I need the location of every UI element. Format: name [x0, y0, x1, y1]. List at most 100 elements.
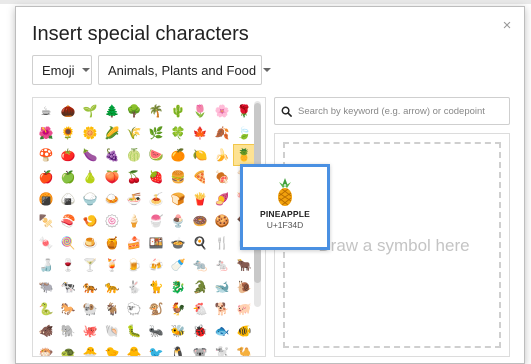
emoji-cell[interactable]: 🍢 [35, 210, 57, 232]
emoji-cell[interactable]: 🐟 [211, 320, 233, 342]
emoji-cell[interactable]: 🍮 [79, 232, 101, 254]
emoji-cell[interactable]: 🐞 [189, 320, 211, 342]
emoji-cell[interactable]: 🐖 [233, 298, 255, 320]
emoji-cell[interactable]: 🐠 [233, 320, 255, 342]
emoji-cell[interactable]: 🍘 [35, 188, 57, 210]
emoji-cell[interactable]: 🐇 [123, 276, 145, 298]
emoji-cell[interactable]: 🐑 [123, 298, 145, 320]
emoji-cell[interactable]: 🐘 [57, 320, 79, 342]
emoji-cell[interactable]: 🍧 [145, 210, 167, 232]
emoji-cell[interactable]: 🌰 [57, 100, 79, 122]
subcategory-dropdown[interactable]: Animals, Plants and Food [98, 55, 272, 85]
emoji-cell[interactable]: 🐧 [167, 342, 189, 356]
emoji-cell[interactable]: 🐄 [57, 276, 79, 298]
emoji-cell[interactable]: 🍙 [57, 188, 79, 210]
emoji-cell[interactable]: 🐤 [101, 342, 123, 356]
emoji-cell[interactable]: 🍀 [167, 122, 189, 144]
emoji-cell[interactable]: 🍲 [167, 232, 189, 254]
emoji-cell[interactable]: 🍼 [167, 254, 189, 276]
emoji-cell[interactable]: 🍞 [167, 188, 189, 210]
emoji-cell[interactable]: 🍚 [79, 188, 101, 210]
emoji-cell[interactable]: 🐡 [35, 342, 57, 356]
emoji-cell[interactable]: 🍥 [101, 210, 123, 232]
emoji-cell[interactable]: 🍕 [189, 166, 211, 188]
emoji-cell[interactable]: 🐔 [189, 298, 211, 320]
emoji-cell[interactable]: 🍤 [79, 210, 101, 232]
emoji-cell[interactable]: 🐕 [211, 298, 233, 320]
emoji-cell[interactable]: 🐦 [145, 342, 167, 356]
emoji-cell[interactable]: 🍐 [79, 166, 101, 188]
emoji-cell[interactable]: 🌿 [145, 122, 167, 144]
emoji-cell[interactable]: 🐎 [57, 298, 79, 320]
emoji-cell[interactable]: 🐣 [79, 342, 101, 356]
emoji-cell[interactable]: 🐒 [145, 298, 167, 320]
emoji-cell[interactable]: 🍩 [189, 210, 211, 232]
emoji-cell[interactable]: 🍉 [145, 144, 167, 166]
close-icon[interactable]: × [500, 18, 514, 33]
emoji-cell[interactable]: 🍝 [145, 188, 167, 210]
emoji-cell[interactable]: 🍠 [211, 188, 233, 210]
emoji-cell[interactable]: 🍌 [211, 144, 233, 166]
category-dropdown[interactable]: Emoji [32, 55, 92, 85]
emoji-cell[interactable]: 🍇 [101, 144, 123, 166]
emoji-cell[interactable]: 🐀 [189, 254, 211, 276]
emoji-cell[interactable]: 🍱 [145, 232, 167, 254]
emoji-cell[interactable]: 🐩 [211, 342, 233, 356]
search-input[interactable] [298, 105, 504, 117]
emoji-cell[interactable]: 🐅 [79, 276, 101, 298]
emoji-cell[interactable]: 🐂 [233, 254, 255, 276]
emoji-cell[interactable]: 🐜 [145, 320, 167, 342]
emoji-cell[interactable]: 🍑 [101, 166, 123, 188]
emoji-cell[interactable]: 🍄 [35, 144, 57, 166]
emoji-cell[interactable]: 🍹 [101, 254, 123, 276]
emoji-cell[interactable]: 🌷 [189, 100, 211, 122]
emoji-cell[interactable]: 🍬 [35, 232, 57, 254]
emoji-cell[interactable]: 🐥 [123, 342, 145, 356]
emoji-cell[interactable]: 🍓 [145, 166, 167, 188]
emoji-cell[interactable]: 🍃 [233, 122, 255, 144]
emoji-cell[interactable]: 🐐 [101, 298, 123, 320]
emoji-cell[interactable]: 🍴 [211, 232, 233, 254]
emoji-cell[interactable]: 🐝 [167, 320, 189, 342]
emoji-cell[interactable]: 🍂 [211, 122, 233, 144]
emoji-cell[interactable]: 🌱 [79, 100, 101, 122]
emoji-cell[interactable]: 🌻 [57, 122, 79, 144]
emoji-cell[interactable]: 🍁 [189, 122, 211, 144]
search-box[interactable] [274, 97, 510, 125]
emoji-cell[interactable]: 🍏 [57, 166, 79, 188]
emoji-cell[interactable]: 🍯 [101, 232, 123, 254]
emoji-cell[interactable]: 🍣 [57, 210, 79, 232]
emoji-cell[interactable]: 🍋 [189, 144, 211, 166]
emoji-cell[interactable]: 🌼 [79, 122, 101, 144]
emoji-cell[interactable]: 🌵 [167, 100, 189, 122]
emoji-cell[interactable]: 🐪 [233, 342, 255, 356]
emoji-cell[interactable]: 🍷 [57, 254, 79, 276]
emoji-cell[interactable]: 🐋 [211, 276, 233, 298]
emoji-cell[interactable]: 🐁 [211, 254, 233, 276]
emoji-cell[interactable]: 🍶 [35, 254, 57, 276]
emoji-cell[interactable]: 🐉 [167, 276, 189, 298]
emoji-cell[interactable]: ☕ [35, 100, 57, 122]
emoji-cell[interactable]: 🍆 [79, 144, 101, 166]
emoji-cell[interactable]: 🐨 [189, 342, 211, 356]
emoji-cell[interactable]: 🐏 [79, 298, 101, 320]
emoji-cell[interactable]: 🍦 [123, 210, 145, 232]
emoji-cell[interactable]: 🐗 [35, 320, 57, 342]
emoji-cell[interactable]: 🐆 [101, 276, 123, 298]
emoji-cell[interactable]: 🍰 [123, 232, 145, 254]
emoji-cell[interactable]: 🐍 [35, 298, 57, 320]
emoji-cell[interactable]: 🐈 [145, 276, 167, 298]
emoji-cell[interactable]: 🐢 [57, 342, 79, 356]
emoji-cell[interactable]: 🐃 [35, 276, 57, 298]
emoji-cell[interactable]: 🌴 [145, 100, 167, 122]
emoji-cell[interactable]: 🍒 [123, 166, 145, 188]
emoji-cell[interactable]: 🍟 [189, 188, 211, 210]
emoji-cell[interactable]: 🍊 [167, 144, 189, 166]
emoji-cell[interactable]: 🌺 [35, 122, 57, 144]
emoji-cell[interactable]: 🐓 [167, 298, 189, 320]
emoji-cell[interactable]: 🐌 [233, 276, 255, 298]
emoji-cell[interactable]: 🍖 [211, 166, 233, 188]
emoji-cell[interactable]: 🍅 [57, 144, 79, 166]
emoji-cell[interactable]: 🐙 [79, 320, 101, 342]
emoji-cell[interactable]: 🌸 [211, 100, 233, 122]
